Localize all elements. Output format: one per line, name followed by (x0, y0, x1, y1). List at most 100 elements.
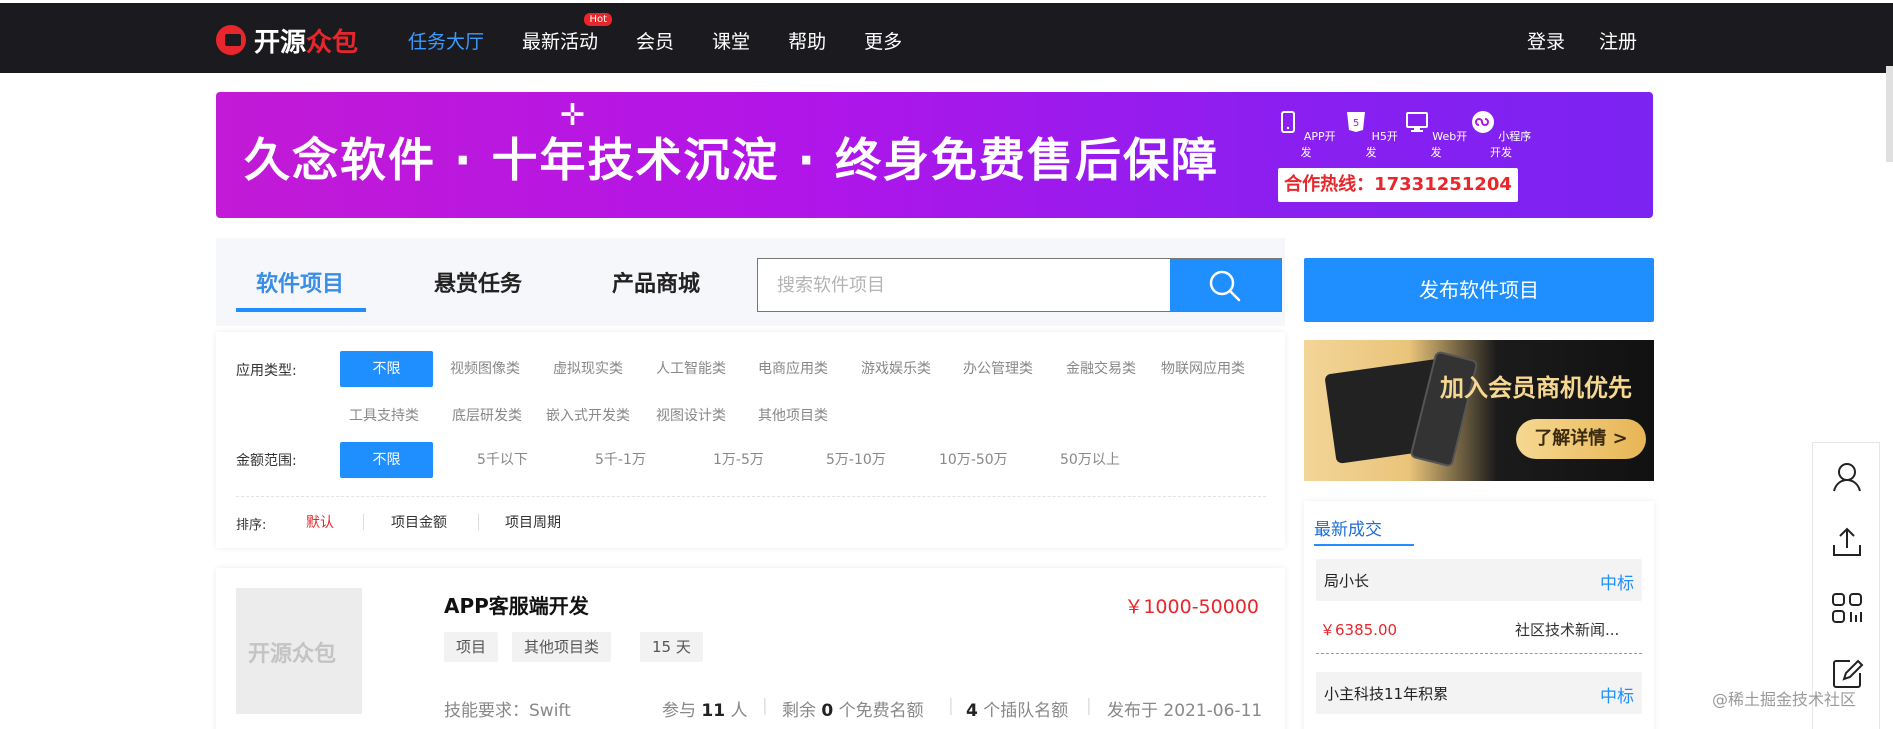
filter-app-type[interactable]: 工具支持类 (349, 398, 419, 434)
service-miniprogram: 小程序开发 (1469, 110, 1533, 160)
qrcode-button[interactable] (1813, 575, 1881, 641)
logo-text-accent: 众包 (306, 27, 359, 58)
deal-company: 局小长 (1324, 572, 1370, 590)
filter-app-type-all[interactable]: 不限 (340, 351, 433, 387)
share-button[interactable] (1813, 509, 1881, 575)
nav-item-help[interactable]: 帮助 (788, 27, 826, 54)
filter-app-type[interactable]: 游戏娱乐类 (861, 351, 931, 387)
filter-app-type[interactable]: 其他项目类 (758, 398, 828, 434)
service-web: Web开发 (1404, 110, 1468, 160)
filter-amount[interactable]: 1万-5万 (713, 442, 764, 478)
upload-icon (1833, 527, 1861, 556)
deals-title-underline (1314, 544, 1414, 546)
deal-status: 中标 (1600, 687, 1634, 707)
nav-item-membership[interactable]: 会员 (636, 27, 674, 54)
deal-row[interactable]: 小主科技11年积累 中标 (1316, 672, 1642, 714)
filter-amount[interactable]: 5千-1万 (595, 442, 646, 478)
sort-default[interactable]: 默认 (306, 512, 334, 532)
login-link[interactable]: 登录 (1527, 27, 1565, 54)
service-label: H5开发 (1365, 130, 1398, 159)
filter-amount[interactable]: 5万-10万 (826, 442, 886, 478)
tab-product-mall[interactable]: 产品商城 (612, 266, 700, 298)
project-title[interactable]: APP客服端开发 (444, 590, 589, 619)
project-tag: 15 天 (640, 632, 703, 662)
nav-item-classroom[interactable]: 课堂 (712, 27, 750, 54)
top-navbar: 开源 众包 任务大厅 最新活动 Hot 会员 课堂 帮助 更多 登录 注册 (0, 0, 1893, 73)
filter-app-type[interactable]: 视图设计类 (656, 398, 726, 434)
filter-app-type[interactable]: 物联网应用类 (1161, 351, 1245, 387)
service-label: APP开发 (1300, 130, 1336, 159)
tab-bounty-tasks[interactable]: 悬赏任务 (434, 266, 522, 298)
promo-banner[interactable]: ✛ 久念软件 · 十年技术沉淀 · 终身免费售后保障 APP开发 5 H5开发 … (216, 92, 1653, 218)
project-price: ￥1000-50000 (1124, 596, 1259, 618)
membership-ad[interactable]: 加入会员商机优先 了解详情 > (1304, 340, 1654, 481)
meta-separator: | (762, 696, 768, 716)
search-box (757, 258, 1282, 312)
filter-amount[interactable]: 50万以上 (1060, 442, 1120, 478)
active-tab-indicator (236, 308, 366, 312)
user-icon (1833, 463, 1861, 492)
phone-icon (1281, 111, 1296, 133)
banner-services: APP开发 5 H5开发 Web开发 小程序开发 (1274, 110, 1534, 160)
project-tag: 项目 (444, 632, 499, 662)
site-logo[interactable]: 开源 众包 (216, 23, 359, 58)
search-input[interactable] (758, 259, 1171, 311)
hot-badge: Hot (584, 13, 613, 26)
filter-app-type[interactable]: 底层研发类 (452, 398, 522, 434)
filter-amount[interactable]: 5千以下 (477, 442, 528, 478)
participants-count: 参与 11 人 (662, 701, 748, 721)
latest-deals-title: 最新成交 (1314, 520, 1382, 540)
filter-app-type[interactable]: 虚拟现实类 (553, 351, 623, 387)
user-service-button[interactable] (1813, 443, 1881, 509)
filter-app-type[interactable]: 电商应用类 (758, 351, 828, 387)
publish-project-button[interactable]: 发布软件项目 (1304, 258, 1654, 322)
tabs-card: 软件项目 悬赏任务 产品商城 (216, 238, 1285, 326)
deal-description[interactable]: 社区技术新闻... (1515, 619, 1619, 640)
service-h5: 5 H5开发 (1339, 110, 1403, 160)
deal-row[interactable]: 局小长 中标 (1316, 559, 1642, 601)
search-button[interactable] (1170, 259, 1281, 311)
scrollbar[interactable] (1886, 66, 1893, 162)
free-slots-remaining: 剩余 0 个免费名额 (782, 701, 924, 721)
register-link[interactable]: 注册 (1599, 27, 1637, 54)
filter-panel: 应用类型: 不限 视频图像类 虚拟现实类 人工智能类 电商应用类 游戏娱乐类 办… (216, 332, 1285, 548)
nav-item-latest-events[interactable]: 最新活动 Hot (522, 13, 613, 54)
svg-text:5: 5 (1353, 118, 1359, 129)
filter-app-type[interactable]: 视频图像类 (450, 351, 520, 387)
sort-period[interactable]: 项目周期 (505, 512, 561, 532)
nav-item-label: 最新活动 (522, 31, 599, 53)
priority-slots: 4 个插队名额 (966, 701, 1069, 721)
search-icon (1209, 270, 1241, 302)
ad-title: 加入会员商机优先 (1440, 374, 1632, 402)
logo-mark-icon (216, 25, 246, 55)
sort-amount[interactable]: 项目金额 (391, 512, 447, 532)
meta-separator: | (948, 696, 954, 716)
filter-amount[interactable]: 10万-50万 (939, 442, 1008, 478)
hotline-box: 合作热线：17331251204 (1278, 168, 1518, 202)
banner-slogan: 久念软件 · 十年技术沉淀 · 终身免费售后保障 (244, 133, 1220, 187)
service-app: APP开发 (1274, 110, 1338, 160)
tab-software-projects[interactable]: 软件项目 (256, 266, 344, 298)
filter-app-type[interactable]: 办公管理类 (963, 351, 1033, 387)
filter-app-type[interactable]: 金融交易类 (1066, 351, 1136, 387)
publish-date: 发布于 2021-06-11 (1107, 701, 1263, 721)
thumbnail-logo-text: 开源众包 (248, 642, 337, 667)
service-label: Web开发 (1430, 130, 1468, 159)
app-type-label: 应用类型: (236, 363, 297, 379)
latest-deals-card: 最新成交 局小长 中标 ￥6385.00 社区技术新闻... 小主科技11年积累… (1304, 501, 1654, 729)
deal-company: 小主科技11年积累 (1324, 685, 1449, 703)
project-card[interactable]: 开源众包 APP客服端开发 ￥1000-50000 项目 其他项目类 15 天 … (216, 568, 1285, 729)
nav-item-more[interactable]: 更多 (864, 27, 902, 54)
meta-separator: | (1086, 696, 1092, 716)
deal-status: 中标 (1600, 574, 1634, 594)
auth-links: 登录 注册 (1493, 27, 1637, 54)
divider (236, 496, 1266, 497)
html5-icon: 5 (1347, 112, 1366, 132)
main-nav: 任务大厅 最新活动 Hot 会员 课堂 帮助 更多 (408, 13, 940, 54)
nav-item-task-hall[interactable]: 任务大厅 (408, 27, 484, 54)
learn-more-button[interactable]: 了解详情 > (1516, 419, 1646, 459)
filter-app-type[interactable]: 人工智能类 (656, 351, 726, 387)
filter-amount-all[interactable]: 不限 (340, 442, 433, 478)
filter-app-type[interactable]: 嵌入式开发类 (546, 398, 630, 434)
sort-label: 排序: (236, 518, 267, 533)
